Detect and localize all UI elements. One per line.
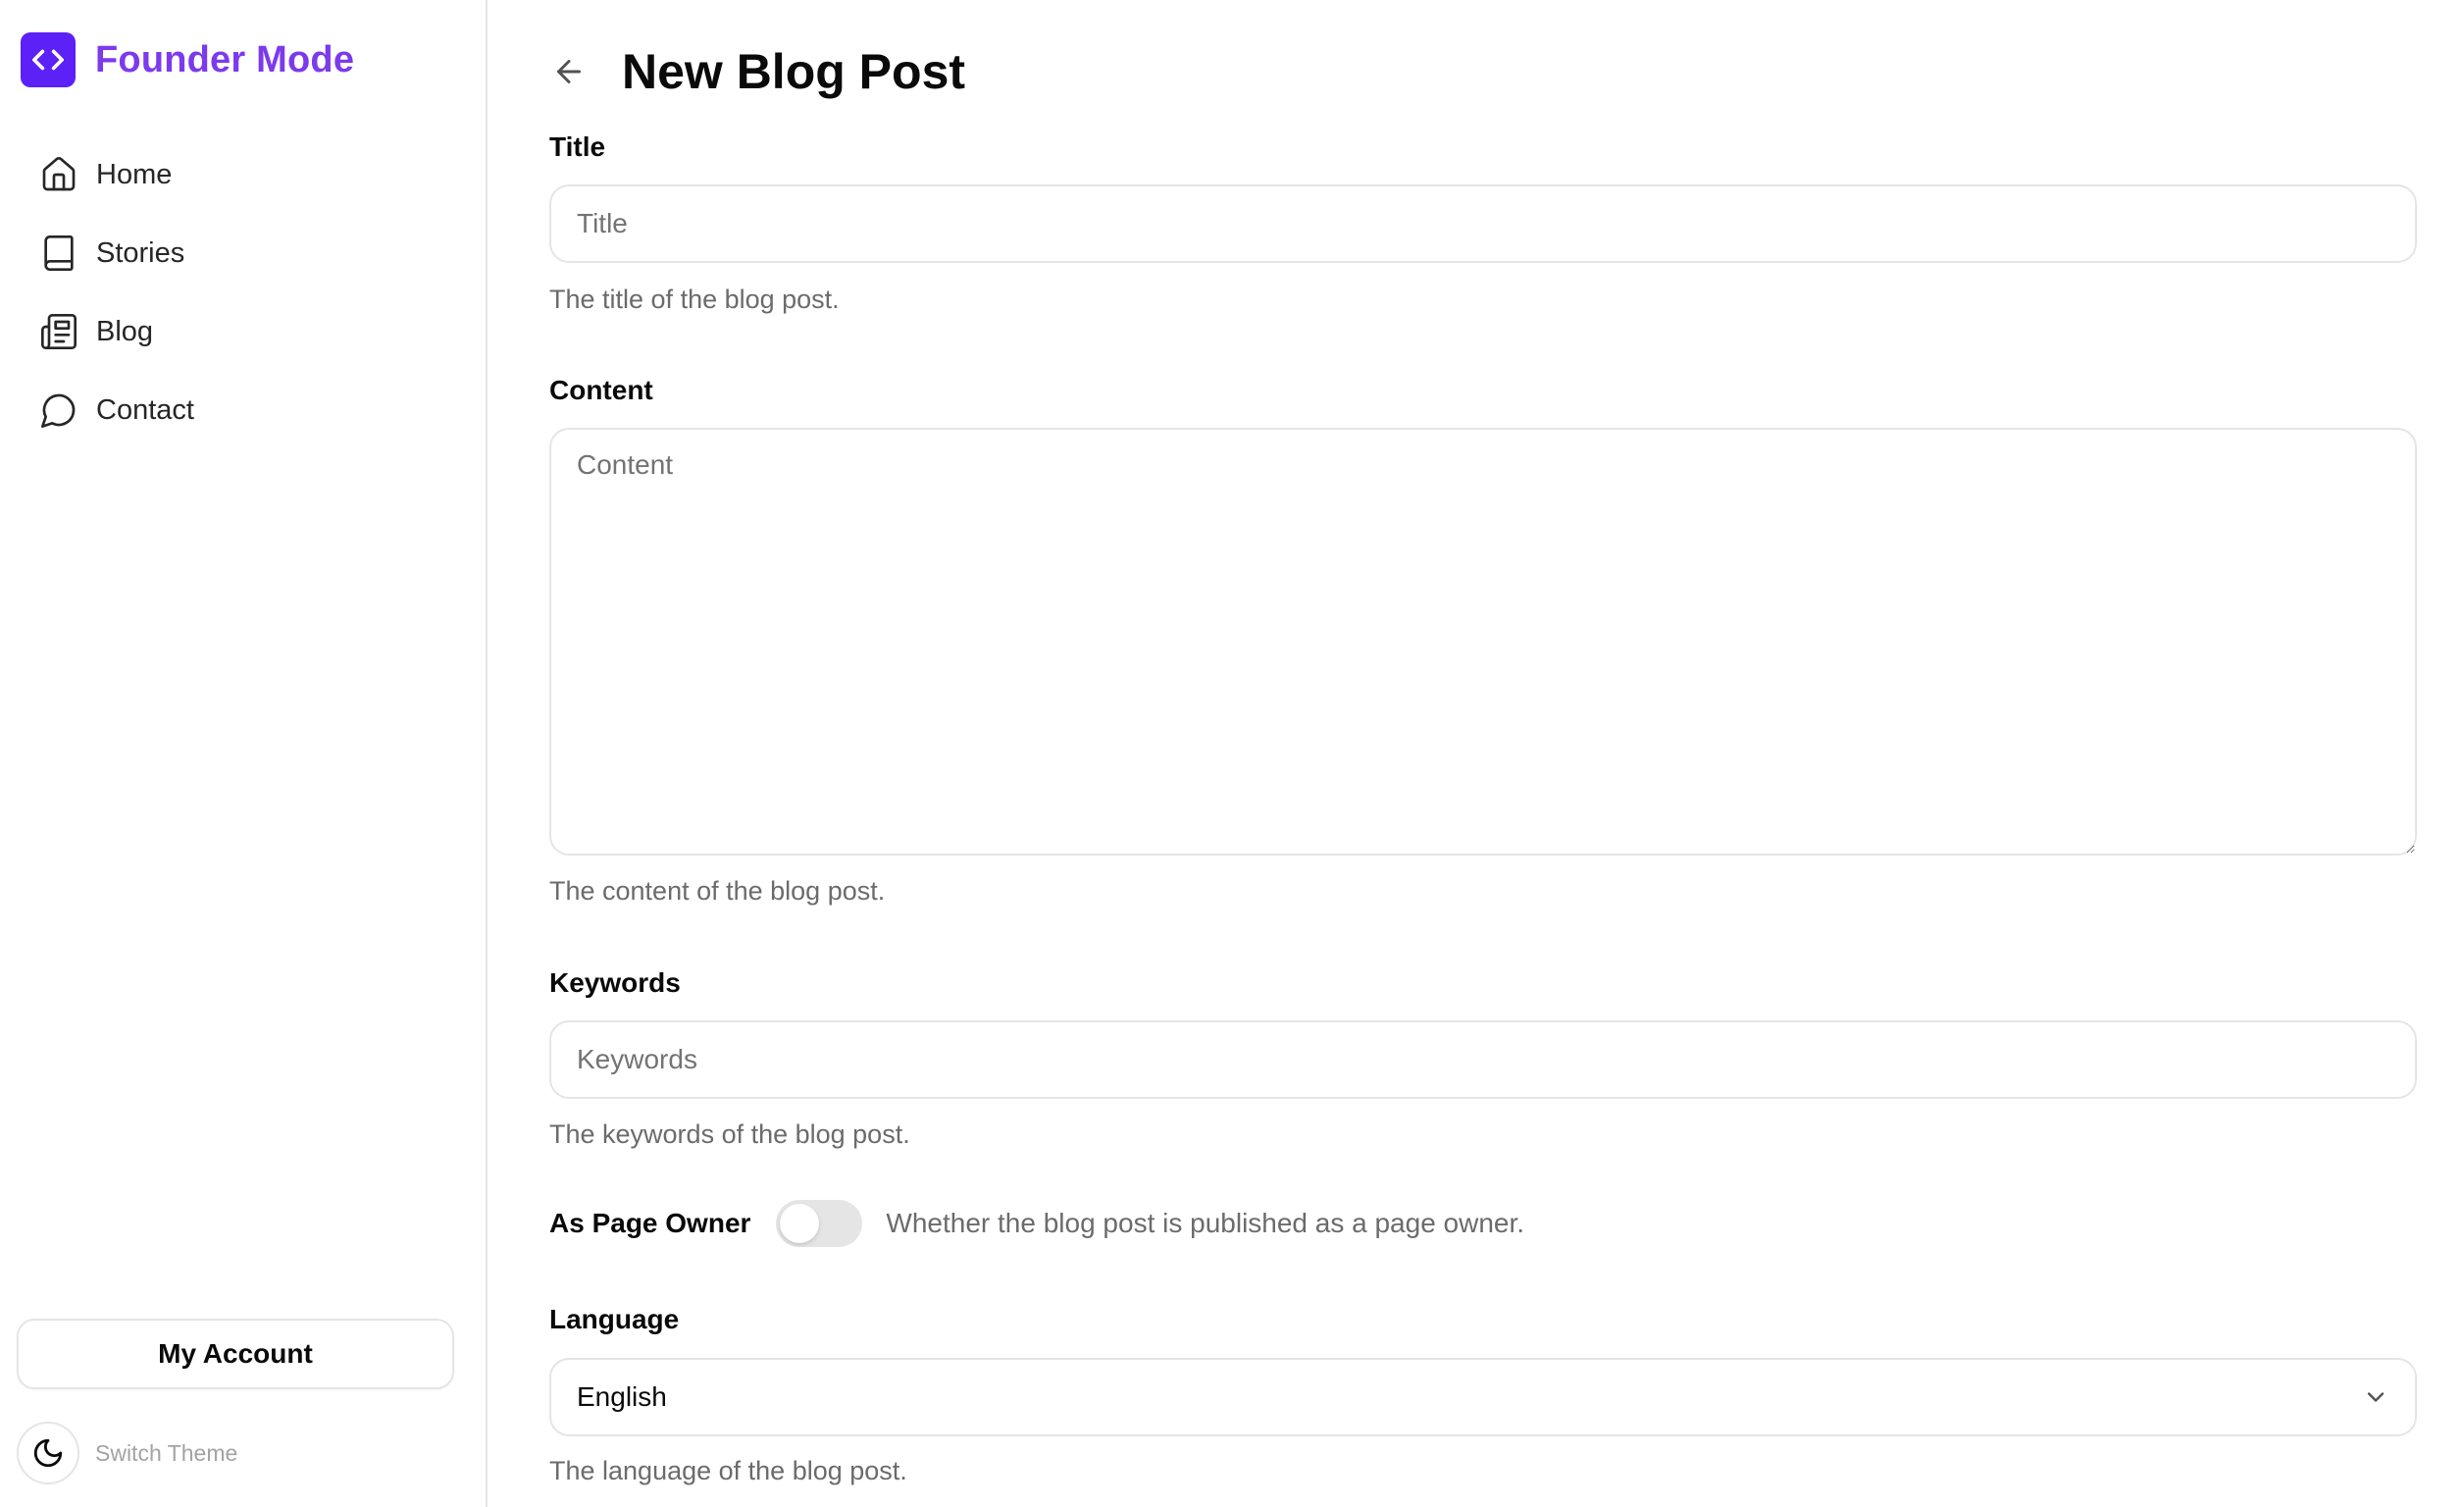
switch-thumb [780, 1204, 820, 1243]
arrow-left-icon [557, 60, 581, 83]
page-header: New Blog Post [549, 43, 965, 100]
switch-theme-button[interactable] [17, 1422, 79, 1484]
brand[interactable]: Founder Mode [21, 32, 354, 87]
moon-icon [33, 1438, 63, 1468]
book-icon [44, 235, 74, 271]
back-button[interactable] [549, 52, 589, 91]
language-label: Language [549, 1304, 680, 1334]
theme-switcher: Switch Theme [17, 1422, 237, 1484]
title-help-text: The title of the blog post. [549, 285, 840, 314]
content-label: Content [549, 375, 653, 405]
code-brackets-icon [21, 32, 76, 87]
keywords-help-text: The keywords of the blog post. [549, 1119, 910, 1149]
page-owner-label: As Page Owner [549, 1208, 751, 1238]
sidebar-item-label: Contact [96, 393, 194, 426]
home-icon [42, 157, 76, 191]
content-textarea[interactable] [549, 428, 2417, 856]
sidebar-nav: Home Stories Blog Contact [39, 145, 194, 459]
newspaper-icon [41, 314, 77, 349]
sidebar-item-label: Home [96, 158, 173, 190]
sidebar-item-home[interactable]: Home [39, 145, 194, 204]
page-owner-switch[interactable] [776, 1200, 863, 1247]
content-help-text: The content of the blog post. [549, 876, 886, 906]
my-account-button[interactable]: My Account [17, 1319, 454, 1389]
language-help-text: The language of the blog post. [549, 1456, 907, 1485]
sidebar: Founder Mode Home Stories Blog Contact M… [0, 0, 488, 1507]
page-owner-row: As Page Owner Whether the blog post is p… [549, 1199, 1524, 1248]
language-select[interactable]: English [549, 1358, 2417, 1436]
message-circle-icon [41, 393, 76, 428]
brand-name: Founder Mode [95, 38, 355, 80]
title-input[interactable] [549, 184, 2417, 263]
language-selected-value: English [577, 1381, 667, 1412]
chevron-down-icon [2367, 1392, 2385, 1402]
keywords-input[interactable] [549, 1020, 2417, 1099]
sidebar-item-blog[interactable]: Blog [39, 302, 194, 361]
sidebar-item-stories[interactable]: Stories [39, 224, 194, 283]
keywords-label: Keywords [549, 967, 681, 998]
switch-theme-label: Switch Theme [95, 1439, 238, 1466]
sidebar-item-label: Stories [96, 236, 185, 269]
title-label: Title [549, 131, 606, 162]
page-title: New Blog Post [622, 44, 966, 99]
page-owner-description: Whether the blog post is published as a … [886, 1208, 1525, 1238]
sidebar-item-label: Blog [96, 315, 154, 347]
sidebar-item-contact[interactable]: Contact [39, 381, 194, 440]
